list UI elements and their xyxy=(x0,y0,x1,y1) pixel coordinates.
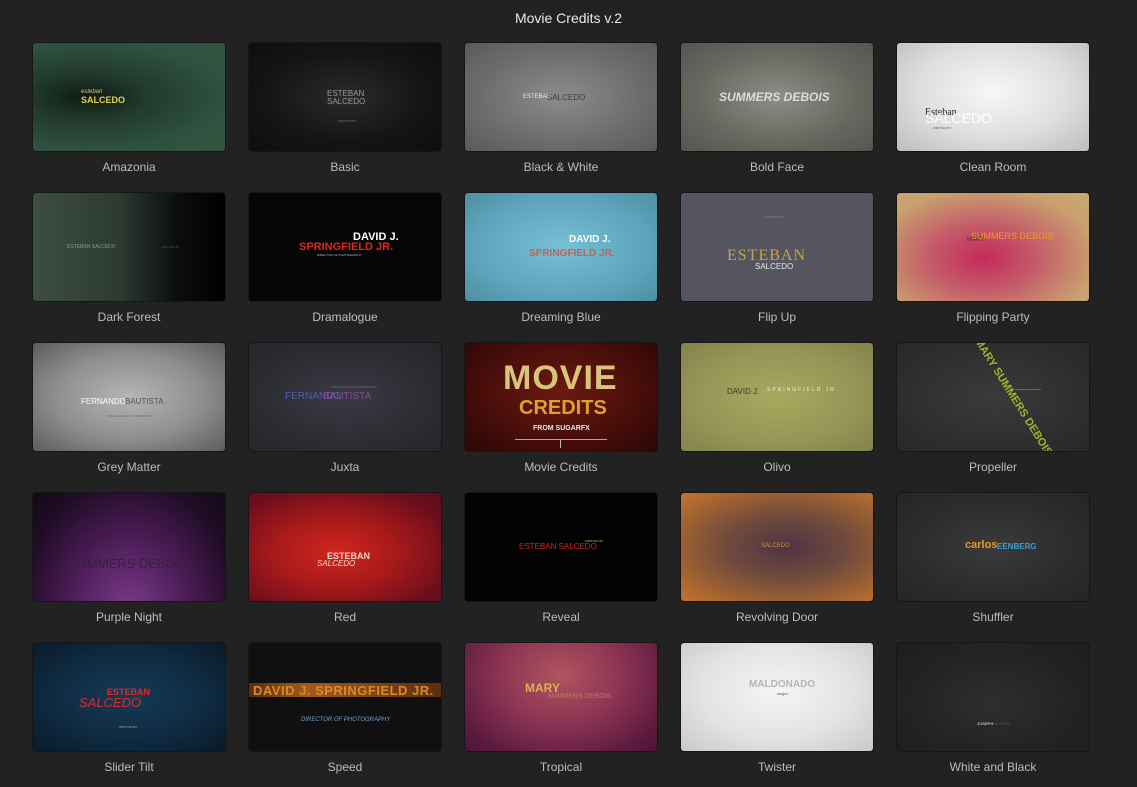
template-flipping-party[interactable]: MARY SUMMERS DEBOIS Flipping Party xyxy=(897,193,1089,324)
template-white-and-black[interactable]: JOSEPH BARSON White and Black xyxy=(897,643,1089,774)
template-juxta[interactable]: VISUAL EFFECTS SUPERVISOR FERNANDO BAUTI… xyxy=(249,343,441,474)
template-label: Speed xyxy=(327,760,363,774)
thumbnail: carlos EENBERG xyxy=(897,493,1089,601)
thumbnail: ESTEBAN SALCEDO WRITTEN BY xyxy=(33,643,225,751)
template-label: Flip Up xyxy=(757,310,796,324)
template-label: Red xyxy=(333,610,356,624)
thumbnail: DAVID J. SPRINGFIELD JR. DIRECTOR OF PHO… xyxy=(249,193,441,301)
template-label: Grey Matter xyxy=(97,460,161,474)
template-dreaming-blue[interactable]: DAVID J. SPRINGFIELD JR. Dreaming Blue xyxy=(465,193,657,324)
thumbnail: WRITTEN BY ESTEBAN SALCEDO xyxy=(681,193,873,301)
divider xyxy=(1015,389,1041,390)
thumbnail: SUMMERS DEBOIS xyxy=(681,43,873,151)
thumbnail: DAVID J. SPRINGFIELD JR. DIRECTOR OF PHO… xyxy=(249,643,441,751)
template-label: Movie Credits xyxy=(524,460,598,474)
template-propeller[interactable]: MARY SUMMERS DEBOIS Propeller xyxy=(897,343,1089,474)
thumbnail: ESTEBAN SALCEDO WRITTEN BY xyxy=(465,493,657,601)
thumbnail: ESTEBAN SALCEDO xyxy=(465,43,657,151)
template-label: Amazonia xyxy=(102,160,156,174)
template-label: Bold Face xyxy=(749,160,805,174)
template-purple-night[interactable]: MARY SUMMERS DEBOIS Purple Night xyxy=(33,493,225,624)
template-label: Black & White xyxy=(523,160,599,174)
template-red[interactable]: ESTEBAN SALCEDO Red xyxy=(249,493,441,624)
template-label: Tropical xyxy=(539,760,583,774)
template-label: Shuffler xyxy=(972,610,1014,624)
thumbnail: JOSEPH BARSON xyxy=(897,643,1089,751)
thumbnail: FERNANDO BAUTISTA VISUAL EFFECTS SUPERVI… xyxy=(33,343,225,451)
template-label: Propeller xyxy=(968,460,1018,474)
template-label: Juxta xyxy=(330,460,360,474)
thumbnail: ESTEBAN SALCEDO xyxy=(249,493,441,601)
template-label: Dark Forest xyxy=(97,310,161,324)
template-label: Purple Night xyxy=(95,610,163,624)
thumbnail: MARY SUMMERS DEBOIS xyxy=(465,643,657,751)
window-title: Movie Credits v.2 xyxy=(514,10,623,26)
template-dark-forest[interactable]: ESTEBAN SALCEDO WRITTEN BY Dark Forest xyxy=(33,193,225,324)
template-amazonia[interactable]: esteban SALCEDO Amazonia xyxy=(33,43,225,174)
template-twister[interactable]: MALDONADO singer Twister xyxy=(681,643,873,774)
template-basic[interactable]: ESTEBAN SALCEDO WRITTEN BY Basic xyxy=(249,43,441,174)
thumbnail: MARY SUMMERS DEBOIS xyxy=(897,343,1089,451)
template-label: Twister xyxy=(757,760,796,774)
template-grid: esteban SALCEDO Amazonia ESTEBAN SALCEDO… xyxy=(33,43,1089,774)
thumbnail: esteban SALCEDO xyxy=(33,43,225,151)
thumbnail: MALDONADO singer xyxy=(681,643,873,751)
template-dramalogue[interactable]: DAVID J. SPRINGFIELD JR. DIRECTOR OF PHO… xyxy=(249,193,441,324)
template-movie-credits[interactable]: MOVIE CREDITS FROM SUGARFX Movie Credits xyxy=(465,343,657,474)
template-label: Reveal xyxy=(542,610,580,624)
template-shuffler[interactable]: carlos EENBERG Shuffler xyxy=(897,493,1089,624)
template-olivo[interactable]: DAVID J. SPRINGFIELD JR. Olivo xyxy=(681,343,873,474)
template-label: Dramalogue xyxy=(312,310,378,324)
thumbnail: ESTEBAN SALCEDO WRITTEN BY xyxy=(249,43,441,151)
template-speed[interactable]: DAVID J. SPRINGFIELD JR. DIRECTOR OF PHO… xyxy=(249,643,441,774)
template-tropical[interactable]: MARY SUMMERS DEBOIS Tropical xyxy=(465,643,657,774)
template-reveal[interactable]: ESTEBAN SALCEDO WRITTEN BY Reveal xyxy=(465,493,657,624)
thumbnail: DAVID J. SPRINGFIELD JR. xyxy=(681,343,873,451)
template-grey-matter[interactable]: FERNANDO BAUTISTA VISUAL EFFECTS SUPERVI… xyxy=(33,343,225,474)
thumbnail: MARY SUMMERS DEBOIS xyxy=(897,193,1089,301)
template-flip-up[interactable]: WRITTEN BY ESTEBAN SALCEDO Flip Up xyxy=(681,193,873,324)
divider xyxy=(515,439,607,440)
template-label: Dreaming Blue xyxy=(521,310,601,324)
template-label: Revolving Door xyxy=(735,610,819,624)
template-label: Olivo xyxy=(763,460,791,474)
template-black-white[interactable]: ESTEBAN SALCEDO Black & White xyxy=(465,43,657,174)
thumbnail: Esteban SALCEDO WRITTEN BY xyxy=(897,43,1089,151)
template-clean-room[interactable]: Esteban SALCEDO WRITTEN BY Clean Room xyxy=(897,43,1089,174)
thumbnail: DAVID J. SPRINGFIELD JR. xyxy=(465,193,657,301)
template-revolving-door[interactable]: SALCEDO Revolving Door xyxy=(681,493,873,624)
template-label: Flipping Party xyxy=(956,310,1030,324)
thumbnail: VISUAL EFFECTS SUPERVISOR FERNANDO BAUTI… xyxy=(249,343,441,451)
template-label: Basic xyxy=(330,160,360,174)
divider xyxy=(560,440,561,448)
template-label: Slider Tilt xyxy=(104,760,154,774)
thumbnail: MOVIE CREDITS FROM SUGARFX xyxy=(465,343,657,451)
thumbnail: MARY SUMMERS DEBOIS xyxy=(33,493,225,601)
template-slider-tilt[interactable]: ESTEBAN SALCEDO WRITTEN BY Slider Tilt xyxy=(33,643,225,774)
thumbnail: SALCEDO xyxy=(681,493,873,601)
thumbnail: ESTEBAN SALCEDO WRITTEN BY xyxy=(33,193,225,301)
template-label: White and Black xyxy=(949,760,1037,774)
template-bold-face[interactable]: SUMMERS DEBOIS Bold Face xyxy=(681,43,873,174)
template-label: Clean Room xyxy=(959,160,1027,174)
